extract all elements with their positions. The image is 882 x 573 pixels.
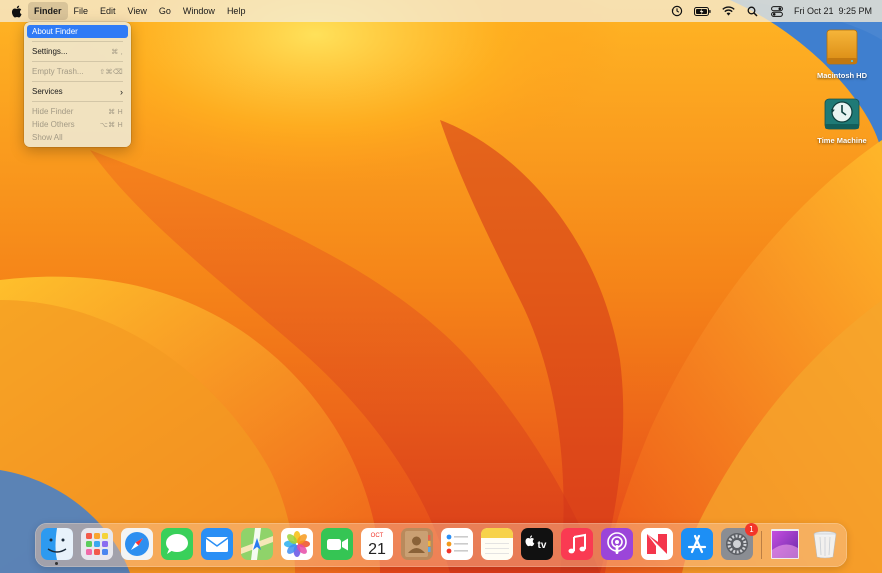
menu-item-show-all[interactable]: Show All [27, 131, 128, 144]
menu-bar-left: Finder File Edit View Go Window Help [0, 0, 251, 22]
contacts-icon [401, 528, 433, 560]
menu-item-shortcut: ⌘ , [111, 48, 123, 56]
menu-separator [32, 41, 123, 42]
desktop-icon-label: Time Machine [817, 136, 867, 145]
mail-icon [201, 528, 233, 560]
notification-badge: 1 [745, 523, 758, 536]
dock-trash[interactable] [809, 528, 841, 560]
dock-downloads-stack[interactable] [769, 528, 801, 560]
menu-item-label: About Finder [32, 27, 78, 36]
dock-app-facetime[interactable] [321, 528, 353, 560]
menu-item-label: Settings... [32, 47, 68, 56]
time-machine-status-icon[interactable] [670, 4, 684, 18]
dock-app-tv[interactable]: tv [521, 528, 553, 560]
messages-icon [161, 528, 193, 560]
finder-icon [41, 528, 73, 560]
tv-label: tv [538, 540, 547, 551]
desktop-wallpaper [0, 0, 882, 573]
calendar-icon: OCT 21 [361, 528, 393, 560]
music-icon [561, 528, 593, 560]
hard-drive-icon [826, 29, 858, 65]
menu-item-empty-trash[interactable]: Empty Trash... ⇧⌘⌫ [27, 65, 128, 78]
facetime-icon [321, 528, 353, 560]
menu-separator [32, 101, 123, 102]
desktop-icon-time-machine[interactable]: Time Machine [807, 95, 877, 145]
menu-item-hide-finder[interactable]: Hide Finder ⌘ H [27, 105, 128, 118]
apple-tv-icon: tv [521, 528, 553, 560]
trash-icon [813, 531, 837, 559]
menu-item-label: Hide Others [32, 120, 75, 129]
dock-app-app-store[interactable] [681, 528, 713, 560]
menu-item-about-finder[interactable]: About Finder [27, 25, 128, 38]
dock-app-photos[interactable] [281, 528, 313, 560]
menu-file[interactable]: File [68, 2, 95, 20]
finder-menu-dropdown: About Finder Settings... ⌘ , Empty Trash… [24, 22, 131, 147]
menu-item-shortcut: ⇧⌘⌫ [99, 68, 123, 76]
dock-app-messages[interactable] [161, 528, 193, 560]
running-indicator [55, 562, 58, 565]
app-store-icon [681, 528, 713, 560]
dock-app-finder[interactable] [41, 528, 73, 565]
dock-app-music[interactable] [561, 528, 593, 560]
spotlight-icon[interactable] [746, 4, 760, 18]
dock-app-calendar[interactable]: OCT 21 [361, 528, 393, 560]
menu-item-label: Show All [32, 133, 63, 142]
calendar-month: OCT [371, 533, 384, 539]
calendar-day: 21 [368, 541, 386, 558]
menu-item-settings[interactable]: Settings... ⌘ , [27, 45, 128, 58]
menu-item-label: Hide Finder [32, 107, 74, 116]
apple-logo-icon[interactable] [8, 2, 24, 20]
menu-help[interactable]: Help [221, 2, 252, 20]
dock-app-contacts[interactable] [401, 528, 433, 560]
menu-edit[interactable]: Edit [94, 2, 122, 20]
menu-separator [32, 81, 123, 82]
dock: OCT 21 tv 1 [35, 523, 847, 567]
status-area: Fri Oct 21 9:25 PM [670, 0, 882, 22]
dock-separator [761, 531, 762, 559]
menu-item-shortcut: ⌘ H [108, 108, 123, 116]
battery-icon[interactable] [694, 4, 712, 18]
notes-icon [481, 528, 513, 560]
safari-icon [121, 528, 153, 560]
menu-view[interactable]: View [122, 2, 153, 20]
dock-app-safari[interactable] [121, 528, 153, 560]
dock-app-launchpad[interactable] [81, 528, 113, 560]
dock-app-podcasts[interactable] [601, 528, 633, 560]
reminders-icon [441, 528, 473, 560]
launchpad-icon [81, 528, 113, 560]
menu-finder[interactable]: Finder [28, 2, 68, 20]
menu-item-label: Empty Trash... [32, 67, 84, 76]
control-center-icon[interactable] [770, 4, 784, 18]
menu-item-hide-others[interactable]: Hide Others ⌥⌘ H [27, 118, 128, 131]
dock-app-system-settings[interactable]: 1 [721, 523, 758, 560]
menu-item-services[interactable]: Services › [27, 85, 128, 98]
podcasts-icon [601, 528, 633, 560]
menu-item-label: Services [32, 87, 63, 96]
desktop-icon-label: Macintosh HD [816, 71, 867, 80]
dock-app-maps[interactable] [241, 528, 273, 560]
menu-separator [32, 61, 123, 62]
maps-icon [241, 528, 273, 560]
wifi-icon[interactable] [722, 4, 736, 18]
menu-bar: Finder File Edit View Go Window Help Fri… [0, 0, 882, 22]
time-machine-icon [824, 98, 860, 130]
menu-item-shortcut: ⌥⌘ H [99, 121, 123, 129]
menu-window[interactable]: Window [177, 2, 221, 20]
dock-app-mail[interactable] [201, 528, 233, 560]
dock-app-notes[interactable] [481, 528, 513, 560]
desktop-icon-macintosh-hd[interactable]: Macintosh HD [807, 28, 877, 80]
chevron-right-icon: › [120, 86, 123, 97]
photos-icon [281, 528, 313, 560]
dock-app-reminders[interactable] [441, 528, 473, 560]
menu-bar-clock[interactable]: Fri Oct 21 9:25 PM [794, 6, 872, 16]
dock-app-news[interactable] [641, 528, 673, 560]
news-icon [641, 528, 673, 560]
menu-go[interactable]: Go [153, 2, 177, 20]
downloads-stack-icon [771, 529, 799, 559]
